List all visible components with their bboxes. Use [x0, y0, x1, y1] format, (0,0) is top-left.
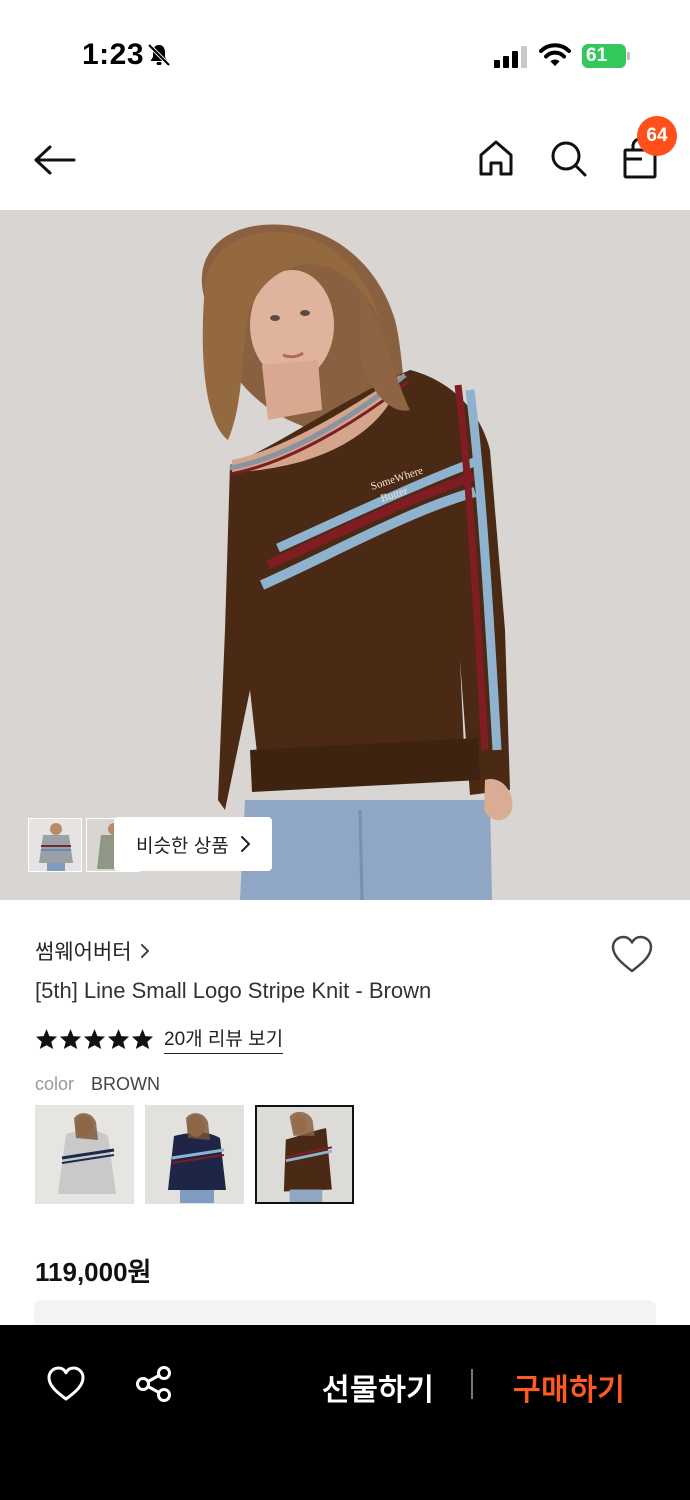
chevron-right-icon [240, 836, 250, 852]
similar-products-button[interactable]: 비슷한 상품 [114, 817, 272, 871]
brand-link[interactable]: 썸웨어버터 [35, 936, 150, 966]
star-icon [35, 1028, 58, 1050]
star-icon [59, 1028, 82, 1050]
brown-swatch-photo [257, 1107, 352, 1202]
bottom-action-bar: 선물하기 구매하기 [0, 1325, 690, 1500]
chevron-right-icon [140, 944, 149, 958]
color-label: color [35, 1074, 75, 1094]
navy-swatch-photo [146, 1106, 243, 1203]
status-bar: 1:23 61 [0, 0, 690, 110]
heart-icon[interactable] [46, 1365, 86, 1403]
home-icon[interactable] [476, 138, 516, 178]
color-swatch-gray[interactable] [35, 1105, 134, 1204]
thumbnail-photo-gray [29, 819, 81, 871]
product-main-image[interactable]: SomeWhere Butter [0, 210, 690, 900]
status-time: 1:23 [82, 38, 145, 71]
share-icon[interactable] [135, 1365, 173, 1403]
star-icon [107, 1028, 130, 1050]
buy-button[interactable]: 구매하기 [513, 1365, 625, 1409]
product-photo: SomeWhere Butter [0, 210, 690, 900]
wishlist-heart-icon[interactable] [610, 934, 654, 974]
product-price: 119,000원 [35, 1257, 152, 1287]
view-reviews-link[interactable]: 20개 리뷰 보기 [164, 1024, 284, 1054]
star-icon [83, 1028, 106, 1050]
battery-cap [627, 52, 630, 60]
wifi-icon [539, 43, 571, 66]
gift-button[interactable]: 선물하기 [322, 1365, 434, 1409]
rating-row: 20개 리뷰 보기 [35, 1024, 284, 1054]
battery-level: 61 [582, 44, 626, 68]
battery-indicator: 61 [582, 44, 630, 68]
gray-swatch-photo [36, 1106, 133, 1203]
search-icon[interactable] [548, 138, 588, 178]
cart-count-badge: 64 [637, 116, 677, 156]
product-title: [5th] Line Small Logo Stripe Knit - Brow… [35, 978, 432, 1003]
bell-slash-icon [147, 43, 171, 67]
top-navigation [0, 110, 690, 210]
star-icon [131, 1028, 154, 1050]
image-thumbnail[interactable] [28, 818, 82, 872]
color-row: color BROWN [35, 1074, 160, 1095]
color-value: BROWN [91, 1074, 161, 1094]
brand-name: 썸웨어버터 [35, 941, 132, 964]
color-swatch-brown[interactable] [255, 1105, 354, 1204]
similar-products-label: 비슷한 상품 [136, 835, 229, 857]
back-arrow-icon[interactable] [32, 140, 78, 180]
color-swatch-navy[interactable] [145, 1105, 244, 1204]
star-rating [35, 1028, 154, 1050]
button-divider [471, 1369, 473, 1399]
signal-icon [494, 46, 527, 68]
